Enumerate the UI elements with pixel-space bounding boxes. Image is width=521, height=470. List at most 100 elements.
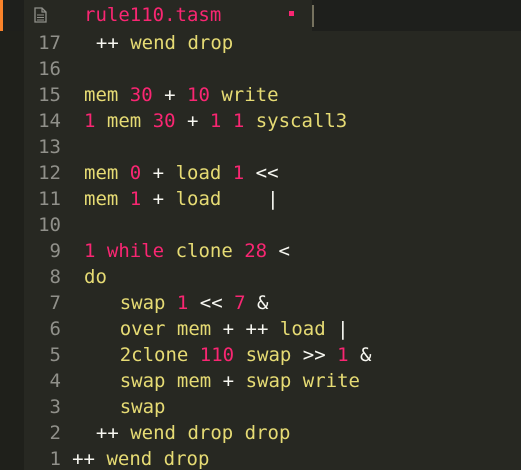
code-line[interactable]: 12 mem 0 + load 1 << — [0, 160, 521, 186]
code-text[interactable]: do — [84, 264, 107, 290]
accent-strip — [0, 0, 3, 31]
tab-bar: rule110.tasm — [0, 0, 521, 31]
code-token: drop — [244, 422, 291, 444]
code-token: 1 — [209, 110, 222, 132]
code-line[interactable]: 11 mem 1 + load | — [0, 186, 521, 212]
code-text[interactable]: 1 mem 30 + 1 1 syscall3 — [84, 108, 347, 134]
code-token: >> — [291, 344, 338, 366]
code-token: 2clone — [119, 344, 189, 366]
code-token: mem — [176, 318, 212, 340]
code-token: 1 — [176, 292, 189, 314]
line-number: 2 — [49, 422, 61, 444]
code-token: 0 — [129, 162, 142, 184]
code-text[interactable]: over mem + ++ load | — [120, 316, 349, 342]
code-token: 7 — [234, 292, 246, 314]
code-line[interactable]: 1 ++ wend drop — [0, 446, 521, 470]
line-number: 11 — [38, 188, 61, 210]
code-line[interactable]: 14 1 mem 30 + 1 1 syscall3 — [0, 108, 521, 134]
code-token: << — [188, 292, 235, 314]
code-text[interactable]: mem 30 + 10 write — [84, 82, 279, 108]
code-text[interactable]: ++ wend drop drop — [96, 420, 291, 446]
line-number: 6 — [49, 318, 61, 340]
code-token: wend — [130, 422, 176, 444]
code-token: swap — [245, 370, 292, 392]
code-text[interactable]: swap 1 << 7 & — [120, 290, 269, 316]
code-token: clone — [175, 240, 233, 262]
line-number: 14 — [38, 110, 61, 132]
code-token: while — [106, 240, 165, 262]
code-token: + — [141, 162, 176, 184]
line-number: 13 — [38, 136, 61, 158]
code-token: + ++ — [211, 318, 280, 340]
code-token: wend — [106, 448, 153, 470]
code-token: + — [141, 188, 176, 210]
code-token: over — [119, 318, 166, 340]
code-line[interactable]: 16 — [0, 56, 521, 82]
code-token: mem — [106, 110, 142, 132]
code-text[interactable]: 2clone 110 swap >> 1 & — [120, 342, 372, 368]
code-token: swap — [245, 344, 292, 366]
code-text[interactable]: swap — [120, 394, 166, 420]
code-line[interactable]: 13 — [0, 134, 521, 160]
code-token: write — [302, 370, 360, 392]
line-number: 16 — [38, 58, 61, 80]
code-token: swap — [119, 292, 166, 314]
code-token: drop — [187, 32, 234, 54]
line-number: 8 — [49, 266, 61, 288]
code-text[interactable]: mem 1 + load | — [84, 186, 279, 212]
code-line[interactable]: 6 over mem + ++ load | — [0, 316, 521, 342]
code-token: & — [245, 292, 269, 314]
unsaved-indicator-icon[interactable] — [289, 11, 294, 16]
line-number: 9 — [49, 240, 61, 262]
code-token: + — [211, 370, 246, 392]
code-line[interactable]: 15 mem 30 + 10 write — [0, 82, 521, 108]
code-token: | — [221, 188, 279, 210]
code-token: 1 — [232, 162, 245, 184]
code-line[interactable]: 9 1 while clone 28 < — [0, 238, 521, 264]
line-number: 4 — [49, 370, 61, 392]
code-text[interactable]: 1 while clone 28 < — [84, 238, 290, 264]
code-line[interactable]: 2 ++ wend drop drop — [0, 420, 521, 446]
code-token: | — [325, 318, 349, 340]
code-token: swap — [119, 396, 166, 418]
code-line[interactable]: 3 swap — [0, 394, 521, 420]
code-token: 1 — [84, 240, 96, 262]
code-text[interactable]: ++ wend drop — [96, 30, 233, 56]
code-line[interactable]: 4 swap mem + swap write — [0, 368, 521, 394]
code-line[interactable]: 8 do — [0, 264, 521, 290]
code-editor[interactable]: 17 ++ wend drop 16 15 mem 30 + 10 write 14 1 m… — [0, 30, 521, 470]
code-line[interactable]: 10 — [0, 212, 521, 238]
code-token: do — [84, 266, 107, 288]
code-token: ++ — [95, 422, 119, 444]
code-line[interactable]: 7 swap 1 << 7 & — [0, 290, 521, 316]
code-token: drop — [187, 422, 234, 444]
code-token: swap — [119, 370, 166, 392]
code-token: 110 — [199, 344, 235, 366]
code-text[interactable]: mem 0 + load 1 << — [84, 160, 279, 186]
code-token: wend — [130, 32, 176, 54]
code-token: + — [175, 110, 210, 132]
code-token: 1 — [129, 188, 142, 210]
code-line[interactable]: 5 2clone 110 swap >> 1 & — [0, 342, 521, 368]
code-line[interactable]: 17 ++ wend drop — [0, 30, 521, 56]
line-number: 5 — [49, 344, 61, 366]
code-text[interactable]: ++ wend drop — [72, 446, 209, 470]
tab-title[interactable]: rule110.tasm — [84, 3, 221, 28]
code-text[interactable]: swap mem + swap write — [120, 368, 360, 394]
code-token: mem — [176, 370, 212, 392]
code-token: mem — [84, 84, 119, 106]
code-token: 30 — [129, 84, 153, 106]
